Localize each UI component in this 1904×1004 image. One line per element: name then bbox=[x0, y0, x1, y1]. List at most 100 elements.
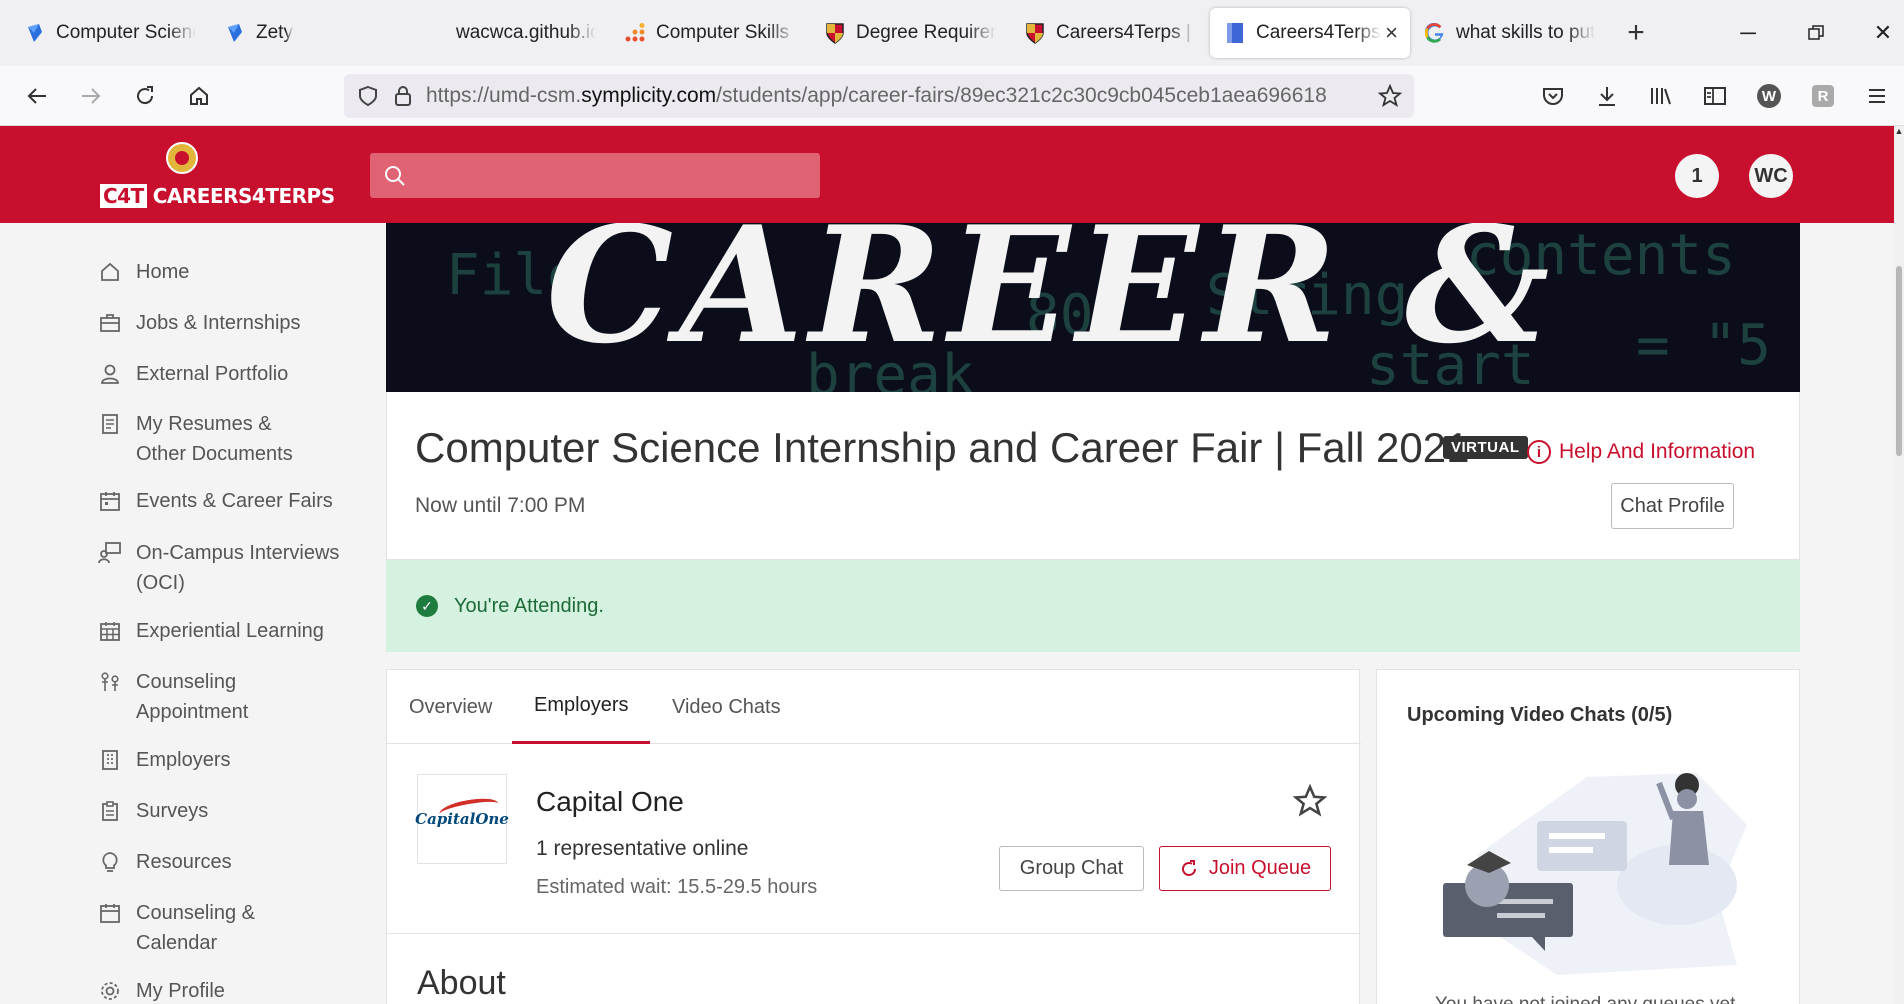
home-icon bbox=[98, 257, 122, 287]
join-queue-label: Join Queue bbox=[1208, 857, 1312, 879]
sidebar-item-label-line1: My Resumes & bbox=[136, 413, 272, 435]
sidebar-item-my-profile[interactable]: My Profile bbox=[98, 976, 225, 1004]
sidebar-item-label: My Profile bbox=[136, 980, 225, 1002]
page-scrollbar[interactable]: ▲ bbox=[1894, 126, 1904, 1004]
browser-tab[interactable]: wacwca.github.io/ bbox=[410, 8, 610, 58]
arrow-right-icon bbox=[82, 87, 101, 104]
building-icon bbox=[98, 745, 122, 775]
extension-w-icon[interactable]: W bbox=[1742, 74, 1796, 118]
browser-tab-strip: Computer Scienc Zety wacwca.github.io/ C… bbox=[0, 0, 1904, 66]
minimize-button[interactable]: ─ bbox=[1720, 0, 1776, 66]
download-icon[interactable] bbox=[1580, 74, 1634, 118]
calendar-grid-icon bbox=[98, 616, 122, 646]
reload-icon bbox=[137, 85, 154, 104]
browser-tab-label: Computer Skills F bbox=[656, 22, 796, 43]
employer-name[interactable]: Capital One bbox=[536, 786, 684, 818]
help-link[interactable]: i Help And Information bbox=[1527, 440, 1755, 464]
sidebar-item-label: Home bbox=[136, 261, 190, 283]
close-window-button[interactable]: ✕ bbox=[1855, 0, 1904, 66]
search-input[interactable] bbox=[416, 164, 796, 187]
sidebar-item-label: Events & Career Fairs bbox=[136, 490, 333, 512]
sidebar-item-label: External Portfolio bbox=[136, 363, 289, 385]
browser-tab[interactable]: Zety bbox=[210, 8, 410, 58]
tab-video-chats[interactable]: Video Chats bbox=[672, 670, 781, 744]
forward-button[interactable] bbox=[64, 74, 118, 118]
virtual-badge: VIRTUAL bbox=[1443, 436, 1528, 459]
sidebar-item-external-portfolio[interactable]: External Portfolio bbox=[98, 359, 288, 389]
queue-icon bbox=[1181, 859, 1196, 876]
browser-tab[interactable]: Computer Scienc bbox=[10, 8, 210, 58]
page-tabs: Overview Employers Video Chats bbox=[387, 670, 1361, 744]
reader-view-icon[interactable] bbox=[1688, 74, 1742, 118]
employer-logo[interactable]: CapitalOne bbox=[415, 774, 509, 864]
site-header: C4T CAREERS4TERPS 1 WC bbox=[0, 126, 1894, 223]
scroll-up-icon[interactable]: ▲ bbox=[1894, 126, 1904, 140]
browser-tab[interactable]: what skills to put bbox=[1410, 8, 1610, 58]
favorite-star-icon[interactable] bbox=[1293, 784, 1327, 818]
url-text: https://umd-csm.symplicity.com/students/… bbox=[426, 84, 1326, 107]
sidebar-item-home[interactable]: Home bbox=[98, 257, 189, 287]
sidebar-item-employers[interactable]: Employers bbox=[98, 745, 230, 775]
sidebar-item-experiential-learning[interactable]: Experiential Learning bbox=[98, 616, 324, 646]
pocket-icon[interactable] bbox=[1526, 74, 1580, 118]
tab-overview[interactable]: Overview bbox=[409, 670, 492, 744]
banner-code-text: = "5 bbox=[1636, 313, 1771, 378]
sidebar-item-label-line1: On-Campus Interviews bbox=[136, 542, 340, 564]
sidebar bbox=[0, 223, 385, 1004]
shield-icon bbox=[359, 85, 377, 107]
site-search[interactable] bbox=[370, 153, 820, 198]
browser-tab[interactable]: Careers4Terps | C bbox=[1010, 8, 1210, 58]
employer-logo-text: CapitalOne bbox=[415, 794, 509, 828]
blue-shape-icon bbox=[24, 22, 46, 44]
browser-tab-label: what skills to put bbox=[1456, 22, 1596, 43]
library-icon[interactable] bbox=[1634, 74, 1688, 118]
sidebar-item-counseling-appointment[interactable]: Counseling Appointment bbox=[98, 667, 248, 727]
browser-tab[interactable]: Computer Skills F bbox=[610, 8, 810, 58]
interview-icon bbox=[98, 538, 122, 568]
home-button[interactable] bbox=[172, 74, 226, 118]
browser-tab-active[interactable]: Careers4Terps × bbox=[1210, 8, 1410, 58]
tab-employers[interactable]: Employers bbox=[512, 670, 651, 744]
back-button[interactable] bbox=[10, 74, 64, 118]
menu-icon[interactable] bbox=[1850, 74, 1904, 118]
bookmark-star-icon[interactable] bbox=[1378, 84, 1402, 108]
user-avatar[interactable]: WC bbox=[1749, 154, 1793, 198]
restore-button[interactable] bbox=[1788, 0, 1844, 66]
browser-tab-label: Careers4Terps | C bbox=[1056, 22, 1196, 43]
document-icon bbox=[98, 409, 122, 439]
url-bar[interactable]: https://umd-csm.symplicity.com/students/… bbox=[344, 74, 1414, 118]
join-queue-button[interactable]: Join Queue bbox=[1159, 846, 1331, 891]
sidebar-item-surveys[interactable]: Surveys bbox=[98, 796, 208, 826]
browser-nav-bar: https://umd-csm.symplicity.com/students/… bbox=[0, 66, 1904, 126]
clipboard-icon bbox=[98, 796, 122, 826]
extension-r-icon[interactable]: R bbox=[1796, 74, 1850, 118]
sidebar-item-label-line2: Calendar bbox=[136, 932, 218, 954]
help-link-label: Help And Information bbox=[1559, 440, 1756, 463]
attending-status-banner: ✓ You're Attending. bbox=[386, 560, 1800, 652]
dots-icon bbox=[624, 22, 646, 44]
fair-time: Now until 7:00 PM bbox=[415, 494, 586, 517]
sidebar-item-label: Surveys bbox=[136, 800, 209, 822]
sidebar-item-counseling-calendar[interactable]: Counseling & Calendar bbox=[98, 898, 255, 958]
group-chat-button[interactable]: Group Chat bbox=[999, 846, 1144, 891]
sidebar-item-label: Jobs & Internships bbox=[136, 312, 301, 334]
new-tab-button[interactable]: + bbox=[1614, 11, 1658, 55]
sidebar-item-jobs[interactable]: Jobs & Internships bbox=[98, 308, 301, 338]
close-tab-icon[interactable]: × bbox=[1385, 20, 1398, 46]
sidebar-item-resumes[interactable]: My Resumes & Other Documents bbox=[98, 409, 293, 469]
browser-tab[interactable]: Degree Requirem bbox=[810, 8, 1010, 58]
scrollbar-thumb[interactable] bbox=[1896, 266, 1902, 456]
careers4terps-logo[interactable]: C4T CAREERS4TERPS bbox=[100, 142, 335, 212]
search-icon bbox=[385, 165, 405, 186]
browser-tab-label: Zety bbox=[256, 22, 293, 43]
sidebar-item-resources[interactable]: Resources bbox=[98, 847, 232, 877]
sidebar-item-oci[interactable]: On-Campus Interviews (OCI) bbox=[98, 538, 339, 598]
reload-button[interactable] bbox=[118, 74, 172, 118]
notification-badge[interactable]: 1 bbox=[1675, 154, 1719, 198]
chat-profile-button[interactable]: Chat Profile bbox=[1611, 483, 1734, 529]
browser-tab-label: Careers4Terps bbox=[1256, 22, 1381, 43]
sidebar-item-label-line2: Appointment bbox=[136, 701, 249, 723]
page-title: Computer Science Internship and Career F… bbox=[415, 424, 1470, 471]
sidebar-item-events[interactable]: Events & Career Fairs bbox=[98, 486, 333, 516]
sidebar-item-label-line1: Counseling bbox=[136, 671, 237, 693]
